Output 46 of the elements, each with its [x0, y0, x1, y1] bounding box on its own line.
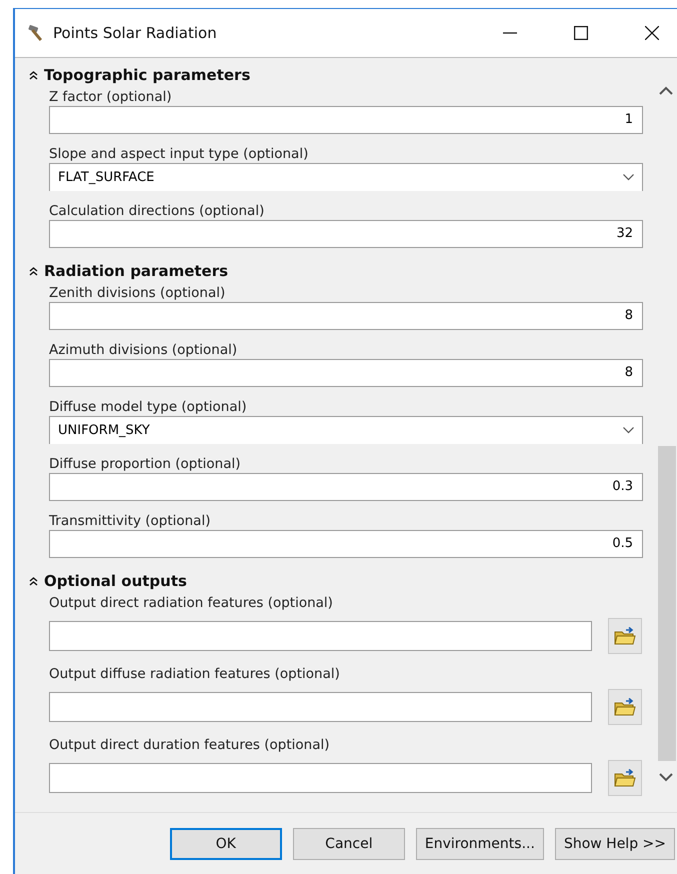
browse-button[interactable]	[608, 689, 642, 725]
caret-icon	[623, 174, 634, 181]
folder-icon	[614, 697, 636, 717]
input-field[interactable]	[49, 692, 592, 722]
input-field[interactable]: 8	[49, 359, 643, 387]
collapse-icon[interactable]	[29, 266, 38, 276]
parameter-label: Slope and aspect input type (optional)	[49, 145, 310, 163]
dropdown[interactable]: UNIFORM_SKY	[49, 416, 643, 444]
folder-icon	[614, 626, 636, 646]
input-field[interactable]	[49, 621, 592, 651]
section-title: Radiation parameters	[44, 262, 228, 280]
section-title: Topographic parameters	[44, 66, 250, 84]
dialog-button[interactable]: Cancel	[292, 828, 405, 860]
input-field[interactable]: 1	[49, 106, 643, 134]
parameter-label: Zenith divisions (optional)	[49, 284, 226, 302]
close-icon[interactable]	[645, 26, 659, 40]
parameter-label: Output diffuse radiation features (optional)	[49, 665, 341, 683]
browse-button[interactable]	[608, 760, 642, 796]
collapse-icon[interactable]	[29, 576, 38, 586]
parameter-label: Output direct duration features (optional)	[49, 736, 330, 754]
input-field[interactable]: 0.3	[49, 473, 643, 501]
scroll-down-icon[interactable]	[659, 773, 673, 782]
folder-icon	[614, 768, 636, 788]
dropdown[interactable]: FLAT_SURFACE	[49, 163, 643, 191]
parameter-label: Transmittivity (optional)	[49, 512, 212, 530]
dialog-button[interactable]: OK	[170, 828, 282, 860]
maximize-icon[interactable]	[574, 26, 588, 40]
parameter-label: Output direct radiation features (optional)	[49, 594, 334, 612]
browse-button[interactable]	[608, 618, 642, 654]
scroll-up-icon[interactable]	[659, 86, 673, 95]
caret-icon	[623, 427, 634, 434]
input-field[interactable]: 0.5	[49, 530, 643, 558]
dialog-button[interactable]: Show Help >>	[554, 828, 675, 860]
input-field[interactable]	[49, 763, 592, 793]
dialog-button[interactable]: Environments...	[416, 828, 544, 860]
parameter-label: Diffuse proportion (optional)	[49, 455, 242, 473]
input-field[interactable]: 8	[49, 302, 643, 330]
input-field[interactable]: 32	[49, 220, 643, 248]
collapse-icon[interactable]	[29, 70, 38, 80]
window-title: Points Solar Radiation	[53, 24, 218, 42]
parameter-label: Azimuth divisions (optional)	[49, 341, 238, 359]
section-title: Optional outputs	[44, 572, 187, 590]
parameter-label: Diffuse model type (optional)	[49, 398, 248, 416]
parameter-label: Z factor (optional)	[49, 88, 173, 106]
parameter-label: Calculation directions (optional)	[49, 202, 266, 220]
scroll-thumb[interactable]	[658, 446, 676, 761]
